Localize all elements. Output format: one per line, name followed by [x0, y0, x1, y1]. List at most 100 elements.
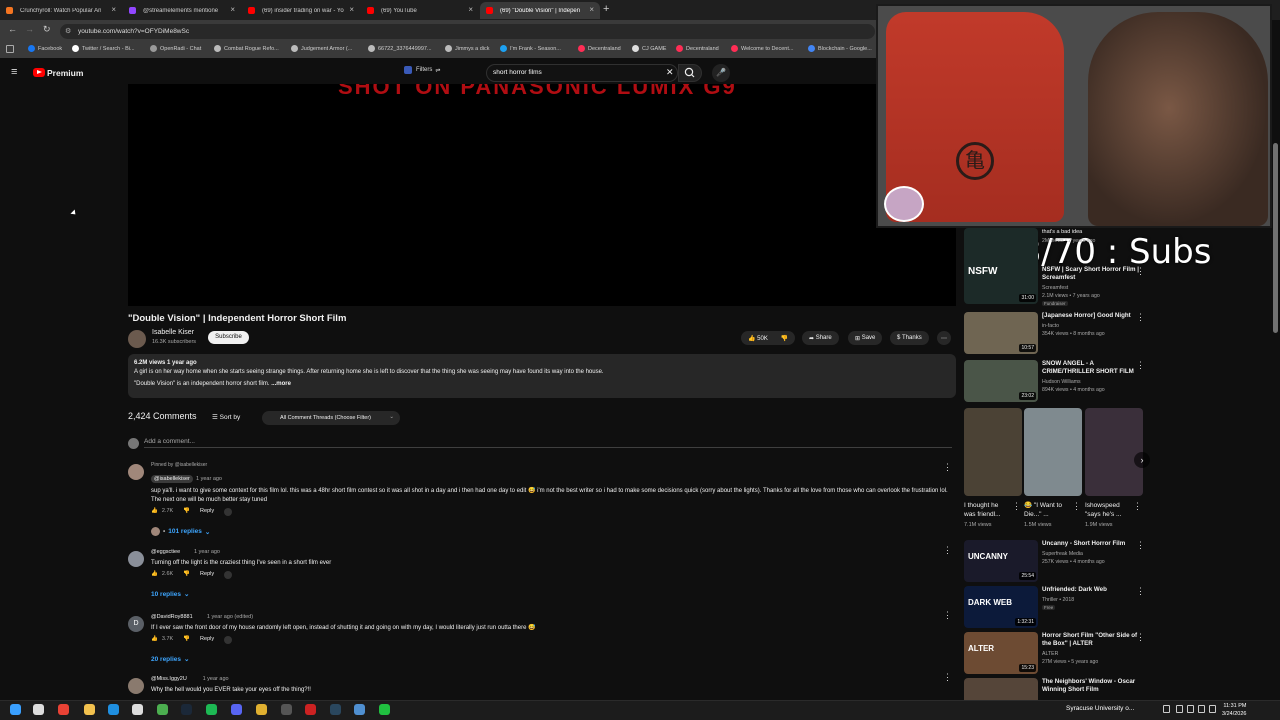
weather-widget[interactable]: Syracuse University o... [1066, 705, 1134, 712]
rec-title[interactable]: that's a bad idea [1042, 228, 1082, 236]
rec-channel[interactable]: Superfreak Media [1042, 550, 1083, 558]
youtube-logo-icon[interactable] [33, 68, 45, 77]
show-more-link[interactable]: ...more [271, 381, 291, 387]
short-title[interactable]: I thought he was friendl... [964, 501, 1008, 519]
like-icon[interactable]: 👍 [151, 571, 158, 579]
windows-start-icon[interactable] [10, 704, 21, 715]
bookmark-item[interactable]: Judgement Armor (... [291, 45, 352, 52]
share-button[interactable]: ➦ Share [802, 331, 839, 345]
rec-title[interactable]: Uncanny - Short Horror Film [1042, 540, 1140, 548]
back-icon[interactable]: ← [8, 24, 17, 34]
search-button[interactable] [678, 64, 702, 82]
save-button[interactable]: ⊞ Save [848, 331, 883, 345]
apps-icon[interactable] [6, 45, 14, 53]
rec-menu-icon[interactable]: ⋮ [1136, 266, 1145, 277]
rec-menu-icon[interactable]: ⋮ [1136, 632, 1145, 643]
rec-title[interactable]: Unfriended: Dark Web [1042, 586, 1140, 594]
short-thumbnail[interactable] [1024, 408, 1082, 496]
close-icon[interactable]: × [111, 5, 116, 14]
search-input[interactable]: short horror films [486, 64, 678, 82]
rec-channel[interactable]: Hudson Williams [1042, 378, 1081, 386]
comment-author[interactable]: @Miss.Iggy2U [151, 676, 187, 682]
chrome-profile-icon[interactable] [256, 704, 267, 715]
app-icon[interactable] [305, 704, 316, 715]
chevron-up-icon[interactable] [1163, 705, 1170, 713]
rec-title[interactable]: Horror Short Film "Other Side of the Box… [1042, 632, 1140, 648]
comment-author[interactable]: @DavidRoy8881 [151, 614, 193, 620]
close-icon[interactable]: × [589, 5, 594, 14]
volume-icon[interactable] [1198, 705, 1205, 713]
bookmark-item[interactable]: CJ GAME [632, 45, 666, 52]
store-icon[interactable] [132, 704, 143, 715]
like-icon[interactable]: 👍 [151, 636, 158, 644]
rec-thumbnail[interactable]: NSFW 31:00 [964, 228, 1038, 304]
rec-menu-icon[interactable]: ⋮ [1136, 312, 1145, 323]
spotify-icon[interactable] [206, 704, 217, 715]
bookmark-item[interactable]: OpenRadi - Chat [150, 45, 201, 52]
close-icon[interactable]: × [349, 5, 354, 14]
file-explorer-icon[interactable] [84, 704, 95, 715]
dislike-icon[interactable]: 👎 [183, 636, 190, 644]
replies-toggle[interactable]: 20 replies ⌄ [151, 655, 189, 664]
close-icon[interactable]: × [230, 5, 235, 14]
edge-icon[interactable] [108, 704, 119, 715]
comment-author[interactable]: @eggsctiee [151, 549, 180, 555]
browser-tab[interactable]: (69) insider trading on war - Yo × [242, 2, 360, 19]
system-clock[interactable]: 11:31 PM 3/24/2026 [1222, 702, 1246, 718]
rec-thumbnail[interactable]: ALTER 15:23 [964, 632, 1038, 674]
comment-menu-icon[interactable]: ⋮ [943, 610, 952, 621]
bookmark-item[interactable]: Blockchain - Google... [808, 45, 872, 52]
monitor-icon[interactable] [1187, 705, 1194, 713]
terminal-icon[interactable] [379, 704, 390, 715]
rec-thumbnail[interactable]: 23:02 [964, 360, 1038, 402]
comment-avatar[interactable]: D [128, 616, 144, 632]
search-icon[interactable] [33, 704, 44, 715]
comment-author[interactable]: @isabellekiser [151, 475, 193, 483]
site-info-icon[interactable]: ⚙ [65, 27, 71, 35]
bookmark-item[interactable]: Decentraland [578, 45, 621, 52]
reload-icon[interactable]: ↻ [43, 24, 51, 35]
sort-by-button[interactable]: ☰ Sort by [212, 413, 240, 422]
url-field[interactable]: youtube.com/watch?v=OFYDiMe8wSc [60, 24, 875, 39]
dislike-icon[interactable]: 👎 [183, 508, 190, 516]
short-menu-icon[interactable]: ⋮ [1072, 501, 1081, 512]
close-icon[interactable]: × [468, 5, 473, 14]
browser-tab[interactable]: @streamelements mentione × [123, 2, 241, 19]
steam-icon[interactable] [330, 704, 341, 715]
rec-channel[interactable]: Screamfest [1042, 284, 1068, 292]
bookmark-item[interactable]: 66722_3376449997... [368, 45, 432, 52]
rec-thumbnail[interactable]: DARK WEB 1:32:31 [964, 586, 1038, 628]
rec-title[interactable]: SNOW ANGEL - A CRIME/THRILLER SHORT FILM [1042, 360, 1140, 376]
menu-icon[interactable]: ≡ [11, 66, 17, 78]
bookmark-item[interactable]: Decentraland [676, 45, 719, 52]
comment-menu-icon[interactable]: ⋮ [943, 462, 952, 473]
dislike-button[interactable]: 👎 [781, 335, 788, 342]
comment-menu-icon[interactable]: ⋮ [943, 672, 952, 683]
browser-tab[interactable]: Crunchyroll: Watch Popular An × [0, 2, 122, 19]
forward-icon[interactable]: → [25, 24, 34, 34]
discord-icon[interactable] [231, 704, 242, 715]
rec-title[interactable]: [Japanese Horror] Good Night [1042, 312, 1140, 320]
channel-name[interactable]: Isabelle Kiser [152, 329, 194, 336]
like-button[interactable]: 👍 50K [748, 335, 768, 342]
bookmark-item[interactable]: Facebook [28, 45, 62, 52]
filters-button[interactable]: Filters ⇌ [404, 66, 440, 74]
clear-search-icon[interactable]: ✕ [666, 67, 674, 78]
thanks-button[interactable]: $ Thanks [890, 331, 929, 345]
short-title[interactable]: Ishowspeed "says he's ... [1085, 501, 1129, 519]
more-actions-button[interactable]: ⋯ [937, 331, 951, 345]
rec-channel[interactable]: Thriller • 2018 [1042, 596, 1074, 604]
page-scrollbar[interactable] [1273, 143, 1278, 333]
bookmark-item[interactable]: Welcome to Decent... [731, 45, 793, 52]
rec-thumbnail[interactable]: UNCANNY 25:54 [964, 540, 1038, 582]
description-box[interactable]: 6.2M views 1 year ago A girl is on her w… [128, 354, 956, 398]
bookmark-item[interactable]: I'm Frank - Season... [500, 45, 561, 52]
short-menu-icon[interactable]: ⋮ [1133, 501, 1142, 512]
rec-channel[interactable]: ALTER [1042, 650, 1058, 658]
browser-tab[interactable]: (69) "Double Vision" | Indepen × [480, 2, 600, 19]
reply-button[interactable]: Reply [200, 571, 214, 579]
battery-icon[interactable] [1209, 705, 1216, 713]
comment-avatar[interactable] [128, 678, 144, 694]
chevron-right-icon[interactable]: › [1134, 452, 1150, 468]
comment-menu-icon[interactable]: ⋮ [943, 545, 952, 556]
